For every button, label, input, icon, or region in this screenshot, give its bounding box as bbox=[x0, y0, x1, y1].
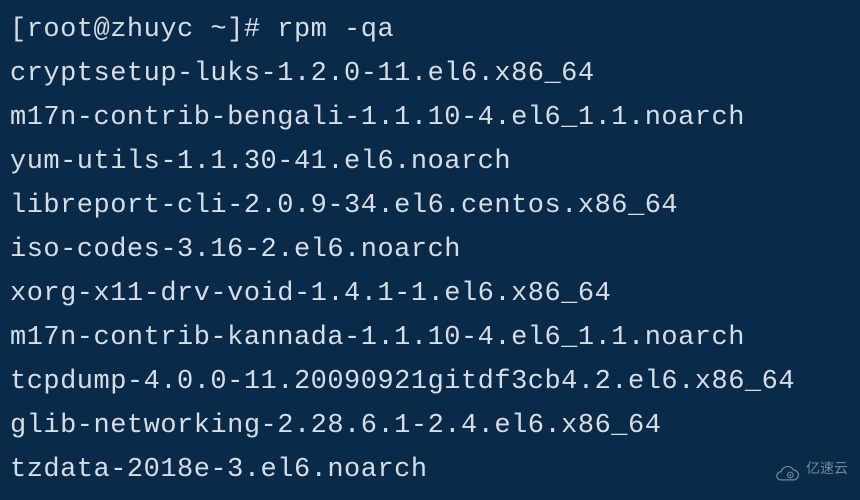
output-line: tzdata-2018e-3.el6.noarch bbox=[10, 448, 850, 492]
output-line: tcpdump-4.0.0-11.20090921gitdf3cb4.2.el6… bbox=[10, 360, 850, 404]
output-line: cryptsetup-luks-1.2.0-11.el6.x86_64 bbox=[10, 52, 850, 96]
output-line: m17n-contrib-kannada-1.1.10-4.el6_1.1.no… bbox=[10, 316, 850, 360]
watermark-text: 亿速云 bbox=[806, 446, 848, 490]
output-line: iso-codes-3.16-2.el6.noarch bbox=[10, 228, 850, 272]
cloud-icon bbox=[774, 458, 800, 478]
shell-prompt: [root@zhuyc ~]# bbox=[10, 15, 277, 45]
output-line: m17n-contrib-bengali-1.1.10-4.el6_1.1.no… bbox=[10, 96, 850, 140]
typed-command: rpm -qa bbox=[277, 15, 394, 45]
output-line: xorg-x11-drv-void-1.4.1-1.el6.x86_64 bbox=[10, 272, 850, 316]
output-line: yum-utils-1.1.30-41.el6.noarch bbox=[10, 140, 850, 184]
watermark: 亿速云 bbox=[774, 446, 848, 490]
output-line: libreport-cli-2.0.9-34.el6.centos.x86_64 bbox=[10, 184, 850, 228]
output-line: glib-networking-2.28.6.1-2.4.el6.x86_64 bbox=[10, 404, 850, 448]
command-line[interactable]: [root@zhuyc ~]# rpm -qa bbox=[10, 8, 850, 52]
